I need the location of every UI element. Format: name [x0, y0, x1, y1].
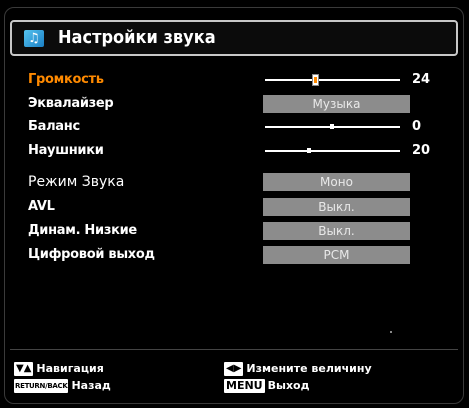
left-right-arrows-icon: ◀▶ — [224, 362, 244, 376]
menu-key-icon: MENU — [224, 379, 265, 393]
dynamic-bass-select[interactable]: Выкл. — [263, 222, 410, 240]
balance-value: 0 — [412, 119, 422, 134]
headphones-value: 20 — [412, 143, 431, 158]
headphones-slider-knob[interactable] — [307, 148, 311, 153]
sound-mode-select[interactable]: Моно — [263, 173, 410, 191]
volume-slider-track[interactable] — [265, 79, 400, 81]
setting-row-balance[interactable]: Баланс 0 — [20, 117, 460, 137]
return-back-key-icon: RETURN/BACK — [14, 379, 69, 393]
setting-row-dynamic-bass[interactable]: Динам. Низкие Выкл. — [20, 221, 460, 241]
balance-slider-knob[interactable] — [330, 124, 334, 129]
footer-exit-hint: MENU Выход — [224, 378, 309, 394]
digital-out-select[interactable]: PCM — [263, 246, 410, 264]
setting-row-equalizer[interactable]: Эквалайзер Музыка — [20, 94, 460, 114]
up-down-arrows-icon: ▼▲ — [14, 362, 34, 376]
footer-nav-label: Навигация — [36, 362, 104, 375]
page-title: Настройки звука — [58, 27, 216, 48]
setting-row-headphones[interactable]: Наушники 20 — [20, 141, 460, 161]
setting-row-volume[interactable]: Громкость 24 — [20, 70, 460, 90]
setting-label: Баланс — [28, 119, 80, 134]
volume-slider-knob[interactable] — [312, 74, 319, 86]
headphones-slider-track[interactable] — [265, 150, 400, 152]
setting-label: AVL — [28, 199, 55, 214]
setting-label: Эквалайзер — [28, 96, 114, 111]
footer-back-hint: RETURN/BACK Назад — [14, 378, 111, 394]
sound-settings-icon: ♫ — [24, 30, 44, 47]
setting-row-avl[interactable]: AVL Выкл. — [20, 197, 460, 217]
footer-divider — [10, 349, 458, 350]
setting-label: Громкость — [28, 72, 104, 87]
setting-label: Наушники — [28, 143, 104, 158]
footer-exit-label: Выход — [267, 379, 310, 392]
equalizer-select[interactable]: Музыка — [263, 95, 410, 113]
setting-row-sound-mode[interactable]: Режим Звука Моно — [20, 172, 460, 192]
footer-change-label: Измените величину — [246, 362, 372, 375]
title-bar: ♫ Настройки звука — [10, 20, 458, 56]
setting-label: Динам. Низкие — [28, 223, 137, 238]
volume-value: 24 — [412, 72, 431, 87]
setting-label: Режим Звука — [28, 174, 125, 190]
footer-change-hint: ◀▶ Измените величину — [224, 361, 372, 377]
footer-navigation-hint: ▼▲ Навигация — [14, 361, 104, 377]
footer-back-label: Назад — [71, 379, 111, 392]
setting-row-digital-out[interactable]: Цифровой выход PCM — [20, 245, 460, 265]
scroll-dot — [390, 331, 392, 333]
avl-select[interactable]: Выкл. — [263, 198, 410, 216]
setting-label: Цифровой выход — [28, 247, 155, 262]
